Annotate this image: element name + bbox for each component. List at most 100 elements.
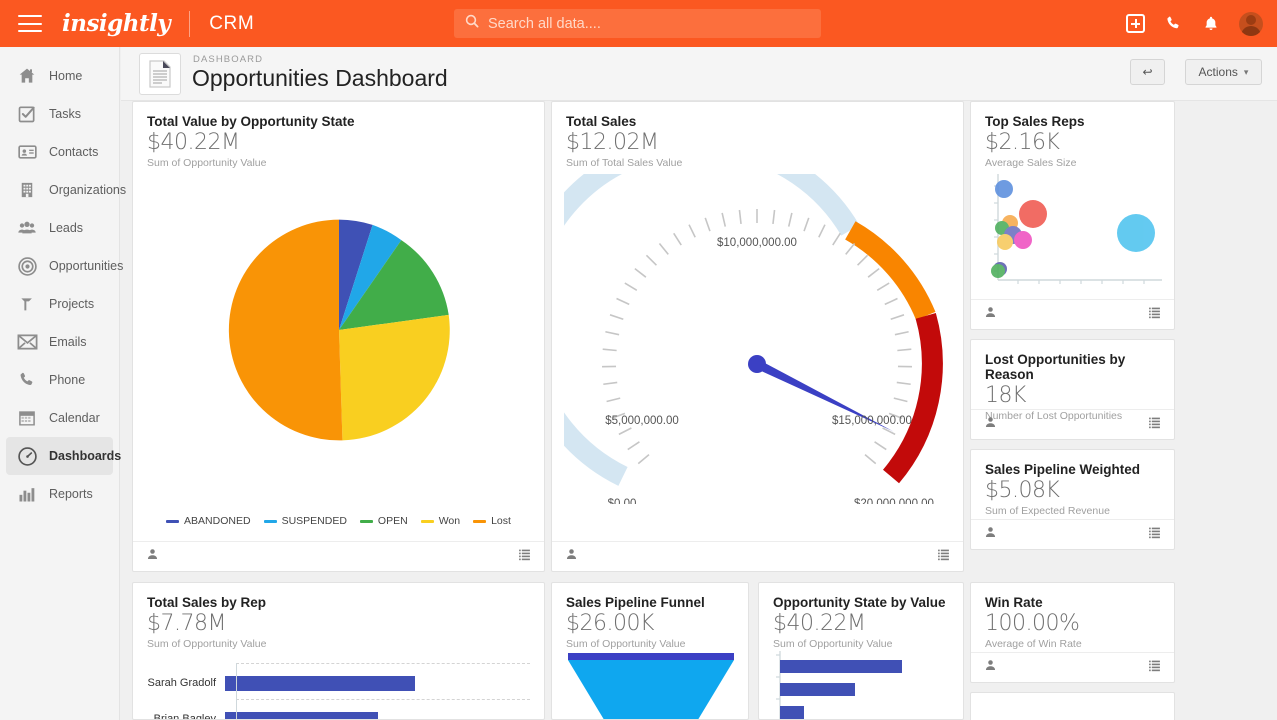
card-title: Opportunity State by Value (773, 595, 946, 610)
pie-slice-lost (228, 219, 343, 441)
sidebar-item-contacts[interactable]: Contacts (6, 133, 113, 171)
sidebar-item-reports[interactable]: Reports (6, 475, 113, 513)
list-icon[interactable] (1148, 526, 1161, 544)
sidebar-item-label: Projects (49, 297, 95, 311)
sidebar-item-opportunities[interactable]: Opportunities (6, 247, 123, 285)
legend-label: Won (438, 515, 461, 527)
legend-label: SUSPENDED (281, 515, 347, 527)
sidebar-item-projects[interactable]: Projects (6, 285, 113, 323)
bar-chart-state-by-value[interactable] (772, 651, 952, 720)
legend-item-abandoned[interactable]: ABANDONED (166, 515, 251, 527)
back-button[interactable]: ↩ (1130, 59, 1165, 85)
legend-item-suspended[interactable]: SUSPENDED (263, 515, 347, 527)
pie-chart[interactable] (224, 215, 454, 445)
card-header: Total Sales by Rep $7.78M Sum of Opportu… (133, 583, 544, 650)
card-win-rate[interactable]: Win Rate 100.00% Average of Win Rate (970, 582, 1175, 683)
person-icon[interactable] (984, 525, 997, 544)
card-subtitle: Sum of Opportunity Value (566, 638, 686, 650)
bell-icon[interactable] (1202, 14, 1220, 33)
sidebar-item-label: Calendar (49, 411, 100, 425)
gauge-chart[interactable]: $5,000,000.00 $10,000,000.00 $15,000,000… (564, 174, 950, 504)
sidebar: Home Tasks Contacts Organizations Leads … (0, 47, 126, 720)
sidebar-item-leads[interactable]: Leads (6, 209, 113, 247)
actions-button[interactable]: Actions ▾ (1185, 59, 1262, 85)
sidebar-item-dashboards[interactable]: Dashboards (6, 437, 121, 475)
card-title: Sales Pipeline Weighted (985, 462, 1141, 477)
sidebar-item-calendar[interactable]: Calendar (6, 399, 113, 437)
list-icon[interactable] (518, 548, 531, 566)
list-icon[interactable] (1148, 659, 1161, 677)
legend-item-won[interactable]: Won (420, 515, 461, 527)
card-total-value-by-opportunity-state[interactable]: Total Value by Opportunity State $40.22M… (132, 101, 545, 572)
list-icon[interactable] (937, 548, 950, 566)
card-sales-pipeline-funnel[interactable]: Sales Pipeline Funnel $26.00K Sum of Opp… (551, 582, 749, 720)
bubble (995, 180, 1013, 198)
person-icon[interactable] (984, 305, 997, 324)
menu-icon[interactable] (18, 15, 42, 32)
brand-logo[interactable]: insightly (62, 10, 171, 37)
list-icon[interactable] (1148, 416, 1161, 434)
bubble (1117, 214, 1155, 252)
card-partially-visible[interactable] (970, 692, 1175, 720)
card-top-sales-reps[interactable]: Top Sales Reps $2.16K Average Sales Size (970, 101, 1175, 330)
checkbox-icon (16, 103, 38, 125)
card-subtitle: Average of Win Rate (985, 638, 1082, 650)
search-bar[interactable] (454, 9, 821, 38)
person-icon[interactable] (146, 547, 159, 566)
legend-swatch (166, 519, 180, 523)
card-total-sales[interactable]: Total Sales $12.02M Sum of Total Sales V… (551, 101, 964, 572)
card-value: $40.22M (147, 130, 240, 155)
sidebar-item-tasks[interactable]: Tasks (6, 95, 113, 133)
bar-chart-sales-by-rep[interactable]: Sarah Gradolf Brian Bagley (133, 663, 544, 720)
page-title: Opportunities Dashboard (192, 65, 448, 91)
bubble (997, 234, 1013, 250)
bar-row[interactable]: Brian Bagley (133, 708, 544, 720)
sidebar-item-organizations[interactable]: Organizations (6, 171, 126, 209)
card-value: $2.16K (985, 130, 1060, 155)
sidebar-item-emails[interactable]: Emails (6, 323, 113, 361)
bar-label: Brian Bagley (153, 713, 216, 720)
people-icon (16, 217, 38, 239)
sidebar-item-label: Organizations (49, 183, 127, 197)
bar (780, 706, 804, 719)
search-input[interactable] (488, 15, 788, 32)
card-subtitle: Sum of Opportunity Value (147, 638, 267, 650)
person-icon[interactable] (984, 415, 997, 434)
funnel-chart[interactable] (565, 653, 737, 720)
card-value: $26.00K (566, 611, 654, 636)
card-title: Total Sales by Rep (147, 595, 267, 610)
card-opportunity-state-by-value[interactable]: Opportunity State by Value $40.22M Sum o… (758, 582, 964, 720)
legend-swatch (420, 519, 434, 523)
app-name-label: CRM (209, 12, 255, 34)
card-subtitle: Sum of Expected Revenue (985, 505, 1110, 517)
person-icon[interactable] (565, 547, 578, 566)
card-sales-pipeline-weighted[interactable]: Sales Pipeline Weighted $5.08K Sum of Ex… (970, 449, 1175, 550)
chevron-down-icon: ▾ (1243, 66, 1249, 77)
dashboard-grid: Total Value by Opportunity State $40.22M… (121, 101, 1277, 720)
phone-icon[interactable] (1164, 14, 1183, 33)
card-total-sales-by-rep[interactable]: Total Sales by Rep $7.78M Sum of Opportu… (132, 582, 545, 720)
back-arrow-icon: ↩ (1142, 65, 1153, 79)
bar-chart-icon (16, 483, 38, 505)
sidebar-item-home[interactable]: Home (6, 57, 113, 95)
card-header: Win Rate 100.00% Average of Win Rate (971, 583, 1174, 650)
legend-item-open[interactable]: OPEN (359, 515, 408, 527)
bar-row[interactable]: Sarah Gradolf (133, 672, 544, 694)
avatar[interactable] (1239, 11, 1263, 36)
legend-item-lost[interactable]: Lost (473, 515, 511, 527)
person-icon[interactable] (984, 658, 997, 677)
gauge-tick-label-20m: $20,000,000.00 (854, 498, 934, 504)
gauge-icon (16, 445, 38, 467)
gauge-tick-label-5m: $5,000,000.00 (605, 415, 679, 427)
top-bar-actions (1126, 0, 1263, 47)
card-lost-opportunities-by-reason[interactable]: Lost Opportunities by Reason 18K Number … (970, 339, 1175, 440)
phone-icon (16, 369, 38, 391)
add-icon[interactable] (1126, 14, 1145, 33)
card-value: 18K (985, 383, 1026, 408)
card-footer (552, 541, 963, 571)
sidebar-item-phone[interactable]: Phone (6, 361, 113, 399)
list-icon[interactable] (1148, 306, 1161, 324)
scatter-chart[interactable] (984, 170, 1166, 295)
actions-label: Actions (1198, 65, 1238, 79)
breadcrumb[interactable]: DASHBOARD (193, 54, 263, 65)
